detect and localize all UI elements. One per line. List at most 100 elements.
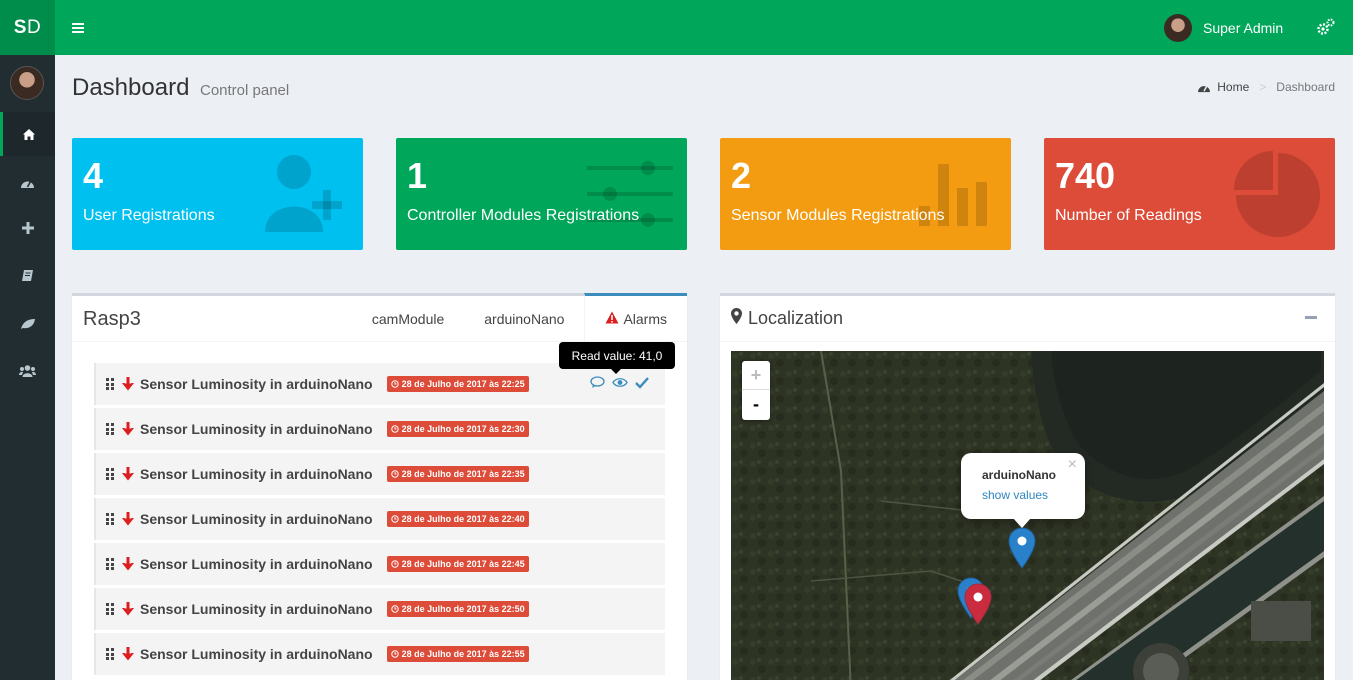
time-badge-text: 28 de Julho de 2017 às 22:25: [401, 379, 525, 389]
map-marker-icon: [731, 308, 742, 329]
tab-alarms[interactable]: Alarms: [584, 293, 687, 341]
user-menu[interactable]: Super Admin: [1164, 13, 1283, 43]
stat-box-sensors[interactable]: 2 Sensor Modules Registrations: [720, 138, 1011, 250]
alarm-item[interactable]: Sensor Luminosity in arduinoNano 28 de Ju…: [94, 588, 665, 630]
clock-icon: [390, 650, 399, 658]
app-logo[interactable]: SD: [0, 0, 55, 55]
eye-icon[interactable]: [612, 376, 628, 394]
rasp-box-title: Rasp3: [83, 308, 141, 330]
arrow-down-icon: [122, 512, 134, 526]
users-icon[interactable]: [0, 348, 55, 392]
time-badge: 28 de Julho de 2017 às 22:35: [386, 466, 529, 482]
sidebar-toggle-button[interactable]: [62, 12, 94, 44]
warning-icon: [605, 311, 619, 327]
map-marker-blue[interactable]: [1008, 527, 1036, 574]
time-badge: 28 de Julho de 2017 às 22:25: [386, 376, 529, 392]
zoom-out-button[interactable]: -: [742, 390, 770, 419]
home-icon[interactable]: [0, 112, 55, 156]
dashboard-icon: [1198, 85, 1211, 92]
alarm-text: Sensor Luminosity in arduinoNano: [140, 601, 373, 617]
pie-chart-icon: [1233, 150, 1323, 245]
breadcrumb: Home > Dashboard: [1197, 80, 1335, 94]
breadcrumb-home-link[interactable]: Home: [1197, 80, 1249, 94]
alarm-item[interactable]: Sensor Luminosity in arduinoNano 28 de Ju…: [94, 363, 665, 405]
stat-value: 740: [1055, 155, 1116, 196]
arrow-down-icon: [122, 647, 134, 661]
sidebar: [0, 55, 55, 680]
plus-icon[interactable]: [0, 206, 55, 250]
alarm-tools: [590, 376, 649, 394]
drag-handle-icon[interactable]: [106, 558, 116, 570]
map-marker-red[interactable]: [964, 583, 992, 630]
stat-box-readings[interactable]: 740 Number of Readings: [1044, 138, 1335, 250]
drag-handle-icon[interactable]: [106, 378, 116, 390]
logo-rest: D: [26, 16, 42, 38]
tab-arduinonano[interactable]: arduinoNano: [464, 293, 584, 341]
clock-icon: [390, 605, 399, 613]
stat-value: 1: [407, 155, 428, 196]
tab-cammodule[interactable]: camModule: [352, 293, 464, 341]
page-title: Dashboard: [72, 74, 190, 101]
alarm-item[interactable]: Sensor Luminosity in arduinoNano 28 de Ju…: [94, 498, 665, 540]
gears-icon[interactable]: [1316, 17, 1336, 37]
alarm-list: Sensor Luminosity in arduinoNano 28 de Ju…: [94, 363, 665, 678]
arrow-down-icon: [122, 422, 134, 436]
popup-close-button[interactable]: ×: [1068, 456, 1077, 474]
localization-box: Localization + - × arduinoNano show valu…: [720, 293, 1335, 680]
alarm-text: Sensor Luminosity in arduinoNano: [140, 376, 373, 392]
sliders-icon: [585, 150, 675, 240]
user-name: Super Admin: [1203, 20, 1284, 36]
zoom-in-button[interactable]: +: [742, 361, 770, 390]
drag-handle-icon[interactable]: [106, 648, 116, 660]
clock-icon: [390, 470, 399, 478]
show-values-link[interactable]: show values: [982, 488, 1048, 502]
dashboard-icon[interactable]: [0, 161, 55, 205]
user-avatar: [1164, 14, 1192, 42]
breadcrumb-current: Dashboard: [1276, 80, 1335, 94]
arrow-down-icon: [122, 557, 134, 571]
popup-title: arduinoNano: [982, 468, 1056, 482]
localization-title: Localization: [731, 308, 843, 329]
comment-icon[interactable]: [590, 376, 605, 394]
clock-icon: [390, 560, 399, 568]
collapse-button[interactable]: [1305, 316, 1317, 319]
time-badge: 28 de Julho de 2017 às 22:50: [386, 601, 529, 617]
time-badge-text: 28 de Julho de 2017 às 22:55: [401, 649, 525, 659]
check-icon[interactable]: [635, 376, 649, 394]
time-badge-text: 28 de Julho de 2017 às 22:50: [401, 604, 525, 614]
zoom-control: + -: [742, 361, 770, 420]
map-view[interactable]: + - × arduinoNano show values: [731, 351, 1324, 680]
alarm-item[interactable]: Sensor Luminosity in arduinoNano 28 de Ju…: [94, 633, 665, 675]
time-badge-text: 28 de Julho de 2017 às 22:45: [401, 559, 525, 569]
stat-label: Number of Readings: [1055, 207, 1202, 224]
time-badge-text: 28 de Julho de 2017 às 22:40: [401, 514, 525, 524]
clock-icon: [390, 515, 399, 523]
logo-bold: S: [13, 16, 27, 38]
alarm-item[interactable]: Sensor Luminosity in arduinoNano 28 de Ju…: [94, 453, 665, 495]
stat-box-controllers[interactable]: 1 Controller Modules Registrations: [396, 138, 687, 250]
leaf-icon[interactable]: [0, 302, 55, 346]
rasp-tabs: camModule arduinoNano Alarms: [352, 293, 687, 341]
sidebar-avatar: [10, 66, 44, 100]
alarm-item[interactable]: Sensor Luminosity in arduinoNano 28 de Ju…: [94, 543, 665, 585]
user-plus-icon: [261, 150, 351, 240]
book-icon[interactable]: [0, 253, 55, 297]
page-subtitle: Control panel: [200, 82, 290, 99]
alarm-text: Sensor Luminosity in arduinoNano: [140, 646, 373, 662]
alarm-item[interactable]: Sensor Luminosity in arduinoNano 28 de Ju…: [94, 408, 665, 450]
drag-handle-icon[interactable]: [106, 423, 116, 435]
breadcrumb-separator: >: [1259, 80, 1267, 94]
map-popup: × arduinoNano show values: [961, 453, 1085, 528]
arrow-down-icon: [122, 377, 134, 391]
drag-handle-icon[interactable]: [106, 468, 116, 480]
arrow-down-icon: [122, 602, 134, 616]
time-badge: 28 de Julho de 2017 às 22:30: [386, 421, 529, 437]
arrow-down-icon: [122, 467, 134, 481]
main-header: SD Super Admin: [0, 0, 1353, 55]
stat-box-users[interactable]: 4 User Registrations: [72, 138, 363, 250]
drag-handle-icon[interactable]: [106, 603, 116, 615]
stat-value: 4: [83, 155, 104, 196]
time-badge-text: 28 de Julho de 2017 às 22:30: [401, 424, 525, 434]
drag-handle-icon[interactable]: [106, 513, 116, 525]
box-divider: [720, 341, 1335, 342]
